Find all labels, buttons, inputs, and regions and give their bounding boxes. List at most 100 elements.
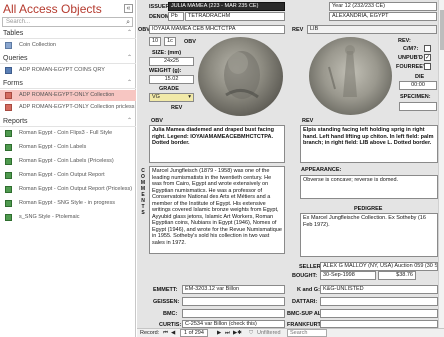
weight-label: WEIGHT (g): (149, 68, 182, 74)
rev-ref-label: REV (171, 105, 183, 111)
rev-legend-label: REV (292, 27, 304, 33)
last-record-icon[interactable]: ⏭ (225, 329, 230, 337)
specimen-label: SPECIMEN: (400, 94, 431, 100)
year-field[interactable]: Year 12 (232/233 CE) (329, 2, 437, 11)
chevron-up-icon: ⌃ (126, 118, 132, 124)
obv-legend-field[interactable]: IOYAIA MAMEA CEB MHCTCTPA (149, 25, 285, 34)
rev-legend-field[interactable]: LIB (307, 25, 437, 34)
die-field[interactable]: 00:00 (399, 81, 437, 90)
dattari-label: DATTARI: (292, 299, 318, 305)
bought-price-field[interactable]: $38.76 (378, 271, 416, 280)
chevron-up-icon: ⌃ (126, 55, 132, 61)
kandg-label: K and G: (297, 287, 320, 293)
table-icon (5, 42, 12, 49)
scrollbar-thumb[interactable] (440, 10, 444, 50)
nav-item-form[interactable]: ADP ROMAN-EGYPT-ONLY Collection (0, 90, 136, 101)
geissen-field[interactable] (182, 297, 285, 306)
nav-group-forms[interactable]: Forms ⌃ (0, 78, 136, 89)
frankfurt-field[interactable] (320, 320, 438, 328)
record-position[interactable]: 1 of 294 (180, 329, 208, 337)
size-field[interactable]: 24x25 (149, 57, 194, 66)
prev-record-icon[interactable]: ◀ (171, 329, 175, 337)
weight-field[interactable]: 15.02 (149, 75, 194, 84)
bmcsup-field[interactable] (320, 309, 438, 318)
curtis-field[interactable]: C-2534 var Billon (check this) (182, 320, 285, 328)
nav-title: All Access Objects (3, 2, 102, 16)
pedigree-field[interactable]: Ex Marcel Jungfleische Collection. Ex So… (300, 213, 438, 257)
report-icon (5, 172, 12, 179)
specimen-field[interactable] (399, 102, 437, 111)
denom-label: DENOM (149, 14, 170, 20)
nav-search-input[interactable]: Search... ⌕ (2, 17, 133, 27)
record-navigator: Record: ⏮ ◀ 1 of 294 ▶ ⏭ ▶✱ ⛉ Unfiltered… (137, 328, 444, 337)
comments-vertical-label: COMMENTS (140, 168, 146, 216)
emmett-field[interactable]: EM-3203.12 var Billon (182, 285, 285, 294)
filter-status[interactable]: Unfiltered (257, 329, 281, 337)
nav-item-report[interactable]: s_SNG Style - Ptolemaic (0, 212, 136, 223)
cmt-checkbox[interactable] (424, 45, 431, 52)
emmett-label: EMMETT: (153, 287, 178, 293)
nav-item-report[interactable]: Roman Egypt - Coin Labels (Priceless) (0, 156, 136, 167)
bought-date-field[interactable]: 30-Sep-1998 (320, 271, 376, 280)
rev-flag-label: REV: (398, 38, 411, 44)
cmt-label: C/M?: (403, 46, 419, 52)
appearance-field[interactable]: Obverse is concave; reverse is domed. (300, 175, 438, 199)
seller-label: SELLER (299, 264, 321, 270)
bought-label: BOUGHT: (292, 273, 318, 279)
unpubd-checkbox[interactable]: ✓ (424, 54, 431, 61)
nav-item-query[interactable]: ADP ROMAN-EGYPT COINS QRY (0, 65, 136, 76)
record-search-input[interactable]: Search (287, 329, 327, 337)
obv-ref-label: OBV (184, 39, 196, 45)
nav-group-tables[interactable]: Tables ⌃ (0, 28, 136, 39)
bmc-label: BMC: (163, 311, 178, 317)
bmc-field[interactable] (182, 309, 285, 318)
nav-item-report[interactable]: Roman Egypt - Coin Output Report (0, 170, 136, 181)
nav-item-report[interactable]: Roman Egypt - SNG Style - in progress (0, 198, 136, 209)
seller-field[interactable]: ALEX G MALLOY (NY, USA) Auction 059 (30 … (320, 262, 438, 271)
fourree-label: FOURREE? (396, 64, 427, 70)
vertical-scrollbar[interactable] (438, 0, 444, 328)
report-icon (5, 144, 12, 151)
denomination-field[interactable]: TETRADRACHM (185, 12, 285, 21)
dattari-field[interactable] (320, 297, 438, 306)
navigation-pane: All Access Objects « Search... ⌕ Tables ⌃… (0, 0, 136, 337)
new-record-icon[interactable]: ▶✱ (233, 329, 242, 337)
die-label: DIE (415, 74, 425, 80)
issuer-field[interactable]: JULIA MAMEA (223 - MAR 235 CE) (168, 2, 285, 11)
denom-field[interactable]: Pb (168, 12, 184, 21)
nav-item-form[interactable]: ADP ROMAN-EGYPT-ONLY Collection pricless (0, 102, 136, 113)
nav-collapse-icon[interactable]: « (124, 4, 133, 13)
fourree-checkbox[interactable] (424, 63, 431, 70)
obv-description-field[interactable]: Julia Mamea diademed and draped bust fac… (149, 125, 285, 163)
notes-field[interactable]: Marcel Jungfleisch (1879 - 1958) was one… (149, 166, 285, 254)
rev-description-field[interactable]: Elpis standing facing left holding sprig… (300, 125, 438, 163)
nav-item-table[interactable]: Coin Collection (0, 40, 136, 51)
nav-group-reports[interactable]: Reports ⌃ (0, 116, 136, 127)
nav-item-report[interactable]: Roman Egypt - Coin Output Report (Pricel… (0, 184, 136, 195)
nav-item-report[interactable]: Roman Egypt - Coin Labels (0, 142, 136, 153)
grade-select[interactable]: VG ▾ (149, 93, 194, 102)
geissen-label: GEISSEN: (153, 299, 180, 305)
search-icon: ⌕ (126, 19, 130, 26)
kandg-field[interactable]: K&G-UNLISTED (320, 285, 438, 294)
first-record-icon[interactable]: ⏮ (163, 329, 168, 337)
report-icon (5, 214, 12, 221)
size-label: SIZE: (mm) (152, 50, 182, 56)
nav-item-report[interactable]: Roman Egypt - Coin Flips3 - Full Style (0, 128, 136, 139)
appearance-label: APPEARANCE: (301, 167, 342, 173)
mint-field[interactable]: ALEXANDRIA, EGYPT (329, 12, 437, 21)
filter-icon: ⛉ (249, 330, 254, 336)
chevron-down-icon: ▾ (188, 94, 191, 100)
nav-group-queries[interactable]: Queries ⌃ (0, 53, 136, 64)
pedigree-label: PEDIGREE (354, 206, 383, 212)
obverse-coin-image (198, 37, 283, 116)
report-icon (5, 186, 12, 193)
grade-label: GRADE (159, 86, 179, 92)
subnumber-field[interactable]: 1c (164, 37, 176, 46)
record-label: Record: (140, 330, 160, 336)
reverse-coin-image (309, 37, 392, 115)
form-icon (5, 92, 12, 99)
form-icon (5, 104, 12, 111)
next-record-icon[interactable]: ▶ (217, 329, 221, 337)
number-field[interactable]: 10 (149, 37, 161, 46)
